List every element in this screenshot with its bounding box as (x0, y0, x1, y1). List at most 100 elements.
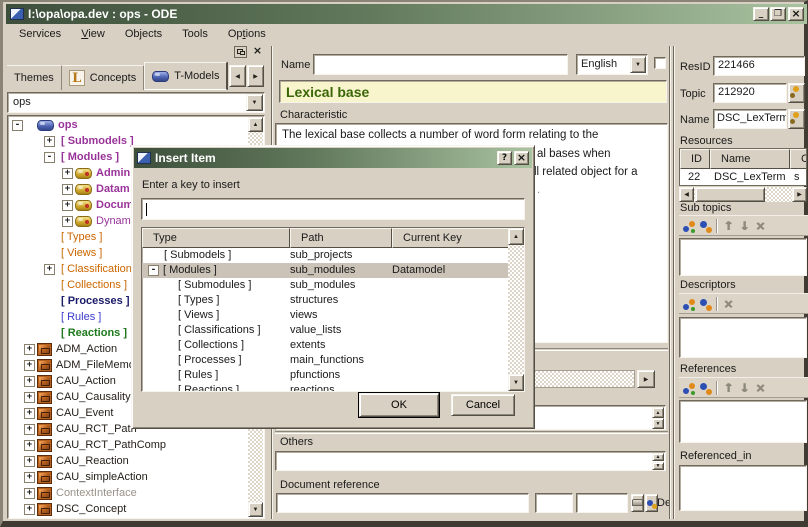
topic-input[interactable]: 212920 (713, 83, 787, 103)
delete-button[interactable]: × (752, 218, 768, 234)
menu-options[interactable]: Options (225, 27, 269, 41)
resid-input[interactable]: 221466 (713, 56, 805, 76)
resources-table[interactable]: ID Name C 22 DSC_LexTerm s (679, 148, 807, 186)
scope-combo[interactable]: ops ▼ (7, 92, 265, 113)
expander-icon[interactable]: - (12, 120, 23, 131)
spin-down-icon[interactable]: ▼ (652, 462, 664, 470)
tab-themes[interactable]: Themes (7, 65, 62, 90)
doc-ref-input-2[interactable] (535, 493, 573, 513)
tree-item-cau-simpleaction[interactable]: +CAU_simpleAction (8, 469, 248, 485)
rp-name-input[interactable]: DSC_LexTerm (713, 109, 787, 129)
node-link-button[interactable] (697, 380, 713, 396)
tree-item-dsc-concept[interactable]: +DSC_Concept (8, 501, 248, 517)
menu-services[interactable]: Services (16, 27, 64, 41)
title-bar[interactable]: I:\opa\opa.dev : ops - ODE _ ❐ × (6, 4, 807, 24)
expander-icon[interactable]: + (24, 472, 35, 483)
dialog-title-bar[interactable]: Insert Item ? × (134, 148, 532, 168)
dialog-row--processes-[interactable]: [ Processes ]main_functions (142, 353, 509, 368)
expander-icon[interactable]: + (24, 392, 35, 403)
col-class[interactable]: C (790, 149, 807, 169)
scroll-down-icon[interactable]: ▼ (508, 374, 524, 391)
col-path[interactable]: Path (290, 228, 392, 248)
doc-ref-open-button[interactable] (631, 494, 644, 512)
scroll-thumb[interactable] (695, 187, 765, 202)
minimize-icon[interactable]: _ (753, 7, 769, 21)
key-input[interactable] (141, 198, 525, 220)
language-checkbox[interactable] (654, 57, 666, 69)
dialog-row--submodules-[interactable]: [ Submodules ]sub_modules (142, 278, 509, 293)
tab-t-models[interactable]: T-Models (144, 62, 227, 90)
dialog-row--views-[interactable]: [ Views ]views (142, 308, 509, 323)
expander-icon[interactable]: + (24, 456, 35, 467)
scroll-right-icon[interactable]: ▶ (637, 370, 655, 388)
language-combo[interactable]: English ▼ (576, 54, 648, 75)
dialog-scrollbar[interactable] (508, 228, 524, 391)
referenced-in-list[interactable] (679, 465, 807, 511)
help-icon[interactable]: ? (497, 151, 512, 165)
col-name[interactable]: Name (710, 149, 790, 169)
expander-icon[interactable]: + (62, 216, 73, 227)
dock-close-icon[interactable]: × (251, 45, 264, 58)
dialog-row--rules-[interactable]: [ Rules ]pfunctions (142, 368, 509, 383)
cancel-button[interactable]: Cancel (451, 394, 515, 416)
delete-button[interactable]: × (752, 380, 768, 396)
tree-item-cau-reaction[interactable]: +CAU_Reaction (8, 453, 248, 469)
menu-tools[interactable]: Tools (179, 27, 211, 41)
expander-icon[interactable]: + (24, 408, 35, 419)
doc-ref-input-3[interactable] (576, 493, 628, 513)
references-list[interactable] (679, 400, 807, 443)
expander-icon[interactable]: + (24, 360, 35, 371)
expander-icon[interactable]: + (44, 136, 55, 147)
close-icon[interactable]: × (788, 7, 804, 21)
expander-icon[interactable]: + (24, 488, 35, 499)
delete-button[interactable]: × (720, 296, 736, 312)
scroll-up-icon[interactable]: ▲ (248, 117, 263, 132)
node-link-button[interactable] (697, 218, 713, 234)
dock-float-icon[interactable] (234, 46, 247, 58)
expander-icon[interactable]: - (44, 152, 55, 163)
expander-icon[interactable]: + (24, 344, 35, 355)
chevron-down-icon[interactable]: ▼ (630, 56, 646, 73)
name-lookup-button[interactable] (788, 109, 805, 129)
name-input[interactable] (313, 54, 568, 75)
dialog-row--submodels-[interactable]: [ Submodels ]sub_projects (142, 248, 509, 263)
others-input[interactable]: ▲ ▼ (275, 451, 666, 471)
close-icon[interactable]: × (514, 151, 529, 165)
subtopics-list[interactable] (679, 238, 807, 276)
expander-icon[interactable]: - (148, 265, 159, 276)
tree-item-contextinterface[interactable]: +ContextInterface (8, 485, 248, 501)
dialog-row--modules-[interactable]: -[ Modules ]sub_modulesDatamodel (142, 263, 509, 278)
tree-item-ops[interactable]: -ops (8, 117, 248, 133)
expander-icon[interactable]: + (24, 424, 35, 435)
col-type[interactable]: Type (142, 228, 290, 248)
expander-icon[interactable]: + (62, 168, 73, 179)
scroll-right-icon[interactable]: ▶ (792, 187, 807, 202)
dialog-row--classifications-[interactable]: [ Classifications ]value_lists (142, 323, 509, 338)
dialog-row--reactions-[interactable]: [ Reactions ]reactions (142, 383, 509, 392)
node-link-button[interactable] (697, 296, 713, 312)
expander-icon[interactable]: + (24, 376, 35, 387)
spin-down-icon[interactable]: ▼ (652, 418, 664, 429)
tab-concepts[interactable]: LConcepts (62, 65, 144, 90)
doc-ref-input-1[interactable] (276, 493, 529, 513)
scroll-left-icon[interactable]: ◀ (679, 187, 694, 202)
node-add-button[interactable] (681, 380, 697, 396)
menu-view[interactable]: View (78, 27, 108, 41)
spin-up-icon[interactable]: ▲ (652, 453, 664, 461)
descriptors-list[interactable] (679, 317, 807, 358)
topic-lookup-button[interactable] (788, 83, 805, 103)
chevron-down-icon[interactable]: ▼ (246, 94, 263, 111)
ok-button[interactable]: OK (359, 393, 439, 417)
move-down-button[interactable]: ↓ (736, 380, 752, 396)
move-up-button[interactable]: ↑ (720, 218, 736, 234)
move-down-button[interactable]: ↓ (736, 218, 752, 234)
dialog-row--collections-[interactable]: [ Collections ]extents (142, 338, 509, 353)
expander-icon[interactable]: + (62, 200, 73, 211)
dialog-list[interactable]: Type Path Current Key [ Submodels ]sub_p… (141, 227, 525, 392)
menu-objects[interactable]: Objects (122, 27, 165, 41)
dialog-row--types-[interactable]: [ Types ]structures (142, 293, 509, 308)
node-add-button[interactable] (681, 296, 697, 312)
tree-item-cau-rct-pathcomp[interactable]: +CAU_RCT_PathComp (8, 437, 248, 453)
col-current-key[interactable]: Current Key (392, 228, 509, 248)
spin-up-icon[interactable]: ▲ (652, 407, 664, 418)
